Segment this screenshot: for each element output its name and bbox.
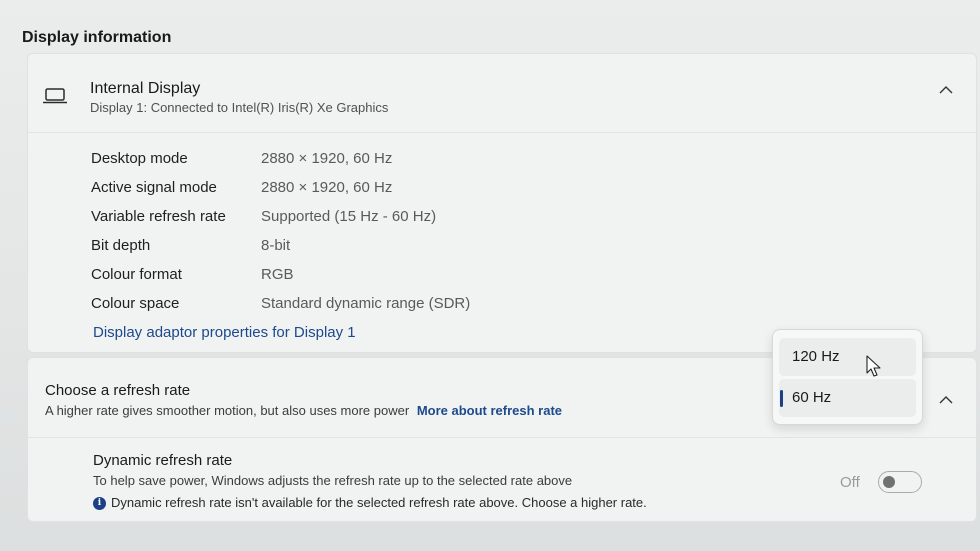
- toggle-knob: [883, 476, 895, 488]
- info-value: Standard dynamic range (SDR): [261, 295, 471, 312]
- info-label: Active signal mode: [91, 179, 217, 196]
- dynamic-refresh-note: i Dynamic refresh rate isn't available fo…: [93, 495, 647, 511]
- dynamic-refresh-toggle-label: Off: [840, 474, 860, 491]
- display-name: Internal Display: [90, 80, 201, 97]
- dynamic-refresh-title: Dynamic refresh rate: [93, 452, 233, 469]
- refresh-rate-dropdown-menu: 120 Hz 60 Hz: [772, 329, 923, 425]
- info-value: 2880 × 1920, 60 Hz: [261, 179, 393, 196]
- dynamic-refresh-subtitle: To help save power, Windows adjusts the …: [93, 473, 573, 488]
- info-label: Bit depth: [91, 237, 151, 254]
- display-adaptor-properties-link[interactable]: Display adaptor properties for Display 1: [93, 324, 356, 341]
- selected-indicator: [780, 390, 783, 407]
- info-value: RGB: [261, 266, 294, 283]
- refresh-option-60hz[interactable]: 60 Hz: [779, 379, 916, 417]
- info-label: Colour format: [91, 266, 182, 283]
- info-value: Supported (15 Hz - 60 Hz): [261, 208, 437, 225]
- refresh-rate-description: A higher rate gives smoother motion, but…: [45, 403, 410, 418]
- chevron-up-icon[interactable]: [938, 85, 954, 95]
- display-card: Internal Display Display 1: Connected to…: [27, 53, 977, 353]
- refresh-rate-title: Choose a refresh rate: [45, 382, 191, 399]
- refresh-option-label: 120 Hz: [792, 348, 840, 365]
- dynamic-refresh-note-text: Dynamic refresh rate isn't available for…: [111, 495, 647, 510]
- refresh-option-label: 60 Hz: [792, 389, 832, 406]
- display-subtitle: Display 1: Connected to Intel(R) Iris(R)…: [90, 100, 389, 115]
- info-label: Colour space: [91, 295, 180, 312]
- info-label: Desktop mode: [91, 150, 188, 167]
- dynamic-refresh-toggle[interactable]: [878, 471, 922, 493]
- section-title: Display information: [22, 29, 172, 46]
- info-value: 8-bit: [261, 237, 291, 254]
- mouse-cursor-icon: [866, 355, 881, 377]
- refresh-rate-subtitle: A higher rate gives smoother motion, but…: [45, 403, 562, 418]
- chevron-up-icon[interactable]: [938, 395, 954, 405]
- more-about-refresh-rate-link[interactable]: More about refresh rate: [417, 403, 562, 418]
- info-icon: i: [93, 497, 106, 511]
- info-label: Variable refresh rate: [91, 208, 226, 225]
- refresh-option-120hz[interactable]: 120 Hz: [779, 338, 916, 376]
- display-card-header[interactable]: Internal Display Display 1: Connected to…: [28, 54, 976, 133]
- info-value: 2880 × 1920, 60 Hz: [261, 150, 393, 167]
- laptop-icon: [43, 88, 67, 104]
